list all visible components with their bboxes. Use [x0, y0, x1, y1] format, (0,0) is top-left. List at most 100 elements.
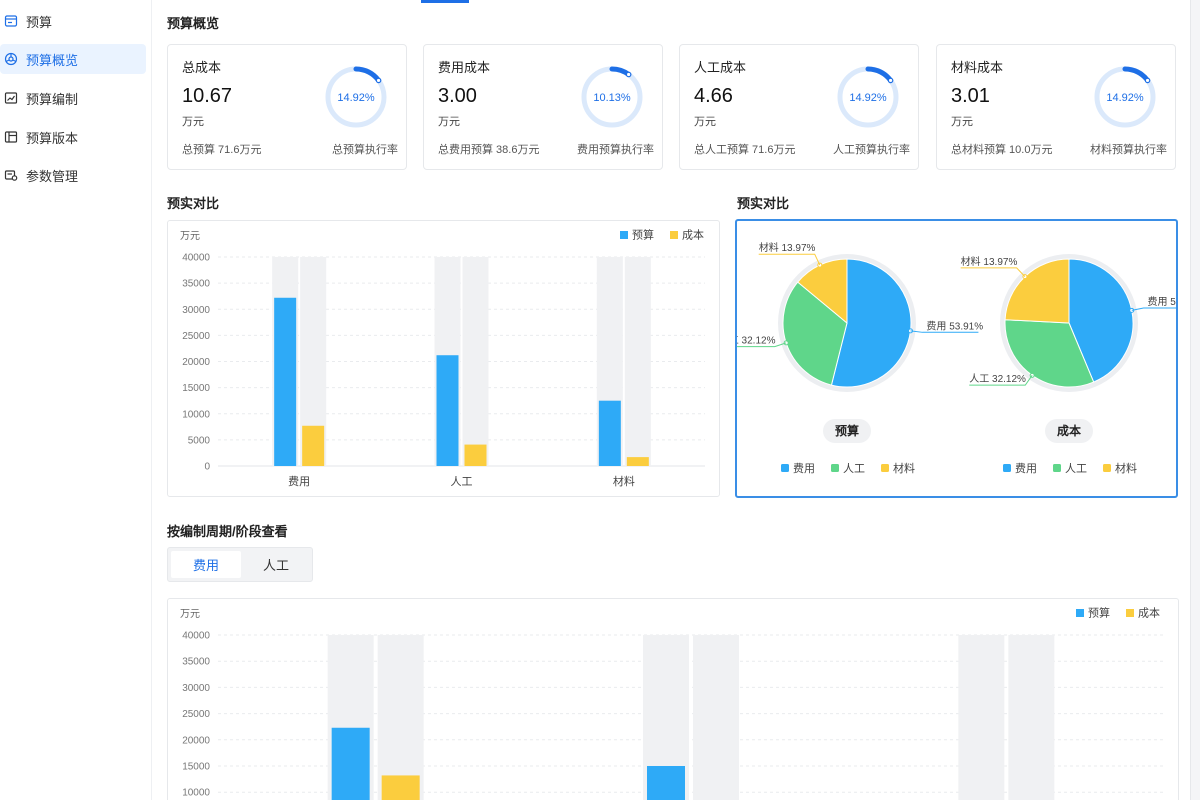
pie-slice-label: 材料 13.97%	[759, 241, 816, 254]
card-title: 总成本	[182, 60, 222, 75]
pie-leader-line	[758, 253, 821, 266]
legend-swatch	[1053, 464, 1061, 472]
card-ring-label: 费用预算执行率	[577, 144, 654, 156]
card-budget: 总人工预算 71.6万元	[694, 144, 796, 156]
legend-swatch	[881, 464, 889, 472]
legend-swatch	[1076, 609, 1084, 617]
ring-percent: 14.92%	[849, 92, 887, 104]
sidebar-item-label: 预算版本	[26, 130, 79, 146]
bar-section-title: 预实对比	[167, 196, 220, 211]
bar-budget[interactable]	[331, 727, 370, 800]
legend-label: 成本	[1138, 606, 1160, 620]
ring-arc	[353, 66, 382, 83]
bar-budget[interactable]	[274, 297, 297, 466]
tab-expense[interactable]: 费用	[171, 551, 241, 578]
card-ring-label: 总预算执行率	[332, 144, 398, 156]
period-bar-chart: 万元 10000 15000 20000 25000 30000 35000 40000 预算 成…	[180, 606, 1164, 800]
pie-slice[interactable]	[1004, 258, 1070, 324]
ring-end-dot	[625, 71, 632, 78]
pie-title: 成本	[1057, 423, 1081, 438]
progress-ring: 10.13%	[581, 66, 643, 128]
legend-label: 费用	[793, 462, 815, 475]
bar-background	[693, 635, 739, 800]
bar-cost[interactable]	[381, 775, 420, 800]
bar-cost[interactable]	[464, 444, 487, 466]
ring-percent: 14.92%	[337, 92, 375, 104]
y-tick-label: 30000	[182, 305, 210, 316]
settings-icon	[4, 168, 18, 182]
pie-slice-label: 人工 32.12%	[737, 335, 776, 347]
sidebar-item-version[interactable]: 预算版本	[0, 122, 146, 152]
card-ring-label: 材料预算执行率	[1090, 144, 1167, 156]
sidebar-item-compile[interactable]: 预算编制	[0, 83, 146, 113]
y-tick-label: 5000	[188, 435, 211, 446]
sidebar-item-label: 参数管理	[26, 168, 79, 184]
card-value: 3.00	[438, 85, 477, 107]
card-value: 10.67	[182, 85, 233, 107]
bar-cost[interactable]	[302, 425, 325, 466]
card-ring-label: 人工预算执行率	[833, 144, 910, 156]
y-tick-label: 30000	[182, 683, 210, 694]
bar-cost[interactable]	[626, 457, 649, 466]
bar-budget[interactable]	[598, 400, 621, 466]
card-budget: 总费用预算 38.6万元	[438, 144, 540, 156]
category-tabs: 费用 人工	[167, 547, 313, 582]
y-tick-label: 25000	[182, 331, 210, 342]
x-tick-label: 材料	[613, 474, 635, 488]
budget-icon	[4, 14, 18, 28]
y-tick-label: 0	[204, 462, 210, 473]
card-unit: 万元	[182, 116, 204, 128]
y-unit-label: 万元	[180, 609, 200, 620]
y-tick-label: 40000	[182, 631, 210, 642]
pie-slice-label: 材料 13.97%	[961, 255, 1018, 268]
overview-title: 预算概览	[167, 16, 220, 31]
ring-arc	[1122, 66, 1151, 83]
card-unit: 万元	[951, 116, 973, 128]
active-tab-indicator	[421, 0, 469, 3]
y-tick-label: 40000	[182, 253, 210, 264]
sidebar-item-budget[interactable]: 预算	[0, 6, 146, 36]
y-tick-label: 35000	[182, 657, 210, 668]
labor-cost-card: 人工成本 4.66 万元 总人工预算 71.6万元 14.92% 人工预算执行率	[679, 44, 919, 170]
period-section-title: 按编制周期/阶段查看	[167, 524, 288, 539]
pie-slice-label: 人工 32.12%	[969, 373, 1026, 385]
y-unit-label: 万元	[180, 231, 200, 242]
card-budget: 总材料预算 10.0万元	[951, 144, 1053, 156]
sidebar-item-params[interactable]: 参数管理	[0, 160, 146, 190]
ring-end-dot	[887, 77, 894, 84]
legend-swatch	[670, 231, 678, 239]
progress-ring: 14.92%	[1094, 66, 1156, 128]
y-tick-label: 20000	[182, 357, 210, 368]
y-tick-label: 20000	[182, 735, 210, 746]
legend-label: 人工	[843, 462, 865, 475]
expense-cost-card: 费用成本 3.00 万元 总费用预算 38.6万元 10.13% 费用预算执行率	[423, 44, 663, 170]
legend-swatch	[831, 464, 839, 472]
pie-leader-line	[1131, 307, 1200, 311]
chart-icon	[4, 91, 18, 105]
bar-background	[624, 257, 651, 466]
legend-label: 预算	[1088, 606, 1110, 620]
legend-label: 预算	[632, 228, 654, 242]
progress-ring: 14.92%	[325, 66, 387, 128]
x-tick-label: 费用	[288, 475, 310, 488]
pie-slice-label: 费用 53.91%	[926, 319, 983, 332]
y-tick-label: 10000	[182, 788, 210, 799]
card-unit: 万元	[694, 116, 716, 128]
legend-label: 成本	[682, 228, 704, 242]
ring-arc	[865, 66, 894, 83]
card-title: 人工成本	[694, 60, 747, 75]
y-tick-label: 35000	[182, 279, 210, 290]
bar-budget[interactable]	[436, 355, 459, 466]
card-value: 3.01	[951, 85, 990, 107]
x-tick-label: 人工	[451, 475, 473, 488]
legend-swatch	[1103, 464, 1111, 472]
bar-background	[462, 257, 489, 466]
bar-budget[interactable]	[647, 766, 685, 800]
sidebar: 预算 预算概览 预算编制 预算版本 参数管理	[0, 0, 152, 800]
scrollbar-track[interactable]	[1190, 0, 1200, 800]
sidebar-item-label: 预算编制	[26, 91, 79, 107]
card-budget: 总预算 71.6万元	[182, 144, 262, 156]
tab-labor[interactable]: 人工	[241, 551, 311, 578]
pie-leader-line	[960, 267, 1026, 277]
sidebar-item-overview[interactable]: 预算概览	[0, 44, 146, 74]
